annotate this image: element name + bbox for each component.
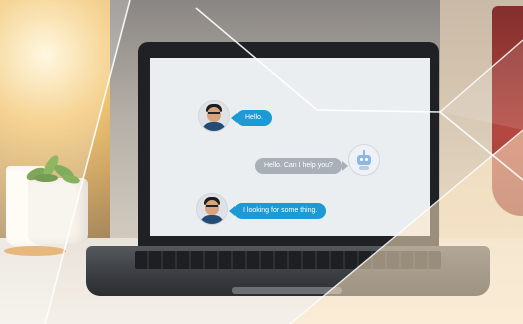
chat-message-user: I looking for some thing. [234,203,327,219]
robot-avatar-icon [348,144,380,176]
chat-message-bot: Hello. Can I help you? [255,158,342,174]
chat-message-user: Hello. [236,110,272,126]
user-avatar-icon [198,100,230,132]
bubble-tail [342,161,348,171]
photo-scene: Hello. Hello. Can I help you? I looking … [0,0,523,324]
red-object [492,6,523,216]
chat-screen: Hello. Hello. Can I help you? I looking … [150,58,430,236]
laptop-keyboard [135,251,441,269]
user-avatar-icon [196,193,228,225]
plant-pot [28,178,88,244]
laptop-trackpad [232,287,342,294]
saucer [4,246,66,256]
plant-leaves [26,155,80,184]
